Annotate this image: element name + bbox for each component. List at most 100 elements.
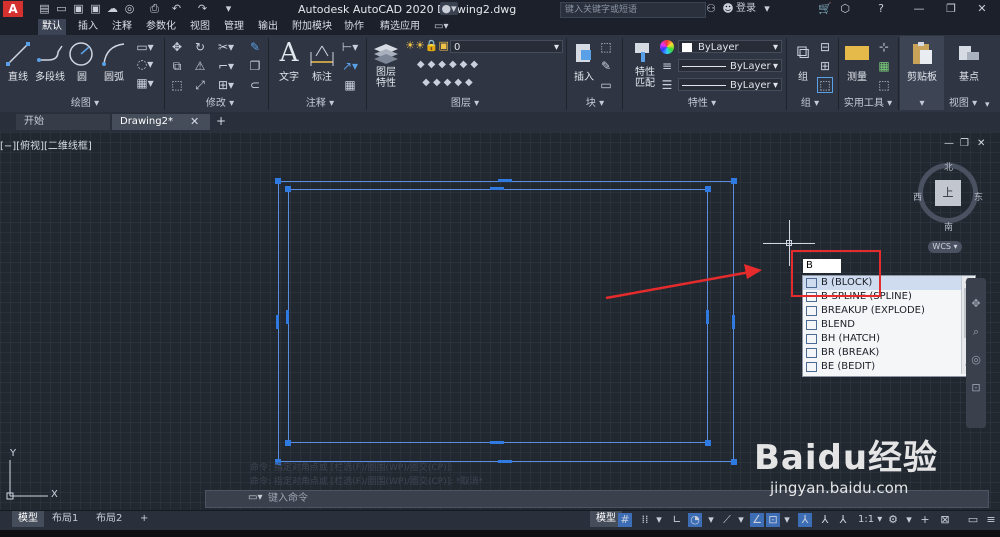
midpoint-grip[interactable]: [286, 310, 289, 324]
share-icon[interactable]: ●▾: [440, 2, 458, 15]
ortho-icon[interactable]: ∟: [670, 513, 684, 527]
dropdown-arrow-icon[interactable]: ▾: [762, 2, 772, 16]
paste-tool[interactable]: [910, 40, 934, 66]
snap-icon[interactable]: ⁞⁞: [638, 513, 652, 527]
compass-west[interactable]: 西: [913, 190, 922, 203]
move-icon[interactable]: ✥: [170, 40, 184, 54]
group-edit-icon[interactable]: ⊞: [818, 59, 832, 73]
add-layout-icon[interactable]: +: [134, 511, 154, 527]
midpoint-grip[interactable]: [276, 315, 279, 329]
grip-point[interactable]: [731, 459, 737, 465]
layer-tools-row1[interactable]: ◆◆◆◆◆◆: [405, 58, 493, 72]
viewport-controls-label[interactable]: [−][俯视][二维线框]: [0, 137, 92, 152]
dropdown-arrow-icon[interactable]: ▾: [902, 513, 916, 527]
midpoint-grip[interactable]: [490, 187, 504, 190]
tab-output[interactable]: 输出: [254, 19, 282, 35]
gear-icon[interactable]: ⚙: [886, 513, 900, 527]
minimize-icon[interactable]: —: [912, 2, 926, 16]
text-tool-icon[interactable]: A: [276, 38, 302, 68]
offset-icon[interactable]: ⊂: [248, 78, 262, 92]
arc-tool[interactable]: [100, 40, 128, 68]
midpoint-grip[interactable]: [498, 179, 512, 182]
autocomplete-item[interactable]: BH (HATCH): [803, 332, 963, 346]
osnap-icon[interactable]: ⊡: [766, 513, 780, 527]
trim-icon[interactable]: ✂▾: [216, 40, 236, 54]
save-icon[interactable]: ▣: [72, 2, 85, 15]
annotation-scale-value[interactable]: 1:1 ▾: [858, 514, 882, 525]
midpoint-grip[interactable]: [706, 310, 709, 324]
clipboard-expand-icon[interactable]: ▾: [912, 97, 932, 110]
user-icon[interactable]: ☻: [722, 2, 734, 16]
circle-tool[interactable]: [67, 40, 95, 68]
dimension-tool[interactable]: [308, 42, 336, 68]
measure-ruler-icon[interactable]: [845, 46, 869, 60]
autocomplete-item[interactable]: BLEND: [803, 318, 963, 332]
calculator-icon[interactable]: ▦: [876, 59, 892, 73]
leader-icon[interactable]: ↗▾: [340, 59, 360, 73]
linetype-dropdown[interactable]: ByLayer ▾: [678, 59, 782, 72]
grip-point[interactable]: [705, 186, 711, 192]
autocomplete-item[interactable]: BR (BREAK): [803, 346, 963, 360]
dropdown-arrow-icon[interactable]: ▾: [704, 513, 718, 527]
groups-panel-label[interactable]: 组 ▾: [795, 97, 825, 110]
explode-icon[interactable]: ❐: [248, 59, 262, 73]
annotation-scale-icon[interactable]: ⅄: [836, 513, 850, 527]
grip-point[interactable]: [705, 440, 711, 446]
compass-south[interactable]: 南: [944, 220, 953, 233]
tab-annotate[interactable]: 注释: [108, 19, 136, 35]
color-dropdown[interactable]: ByLayer ▾: [678, 40, 782, 53]
undo-icon[interactable]: ↶: [170, 2, 183, 15]
erase-icon[interactable]: ✎: [248, 40, 262, 54]
rectangle-icon[interactable]: ▭▾: [134, 40, 156, 54]
quick-select-icon[interactable]: ⊹: [876, 40, 892, 54]
tab-addins[interactable]: 附加模块: [288, 19, 336, 35]
layout-tab-model[interactable]: 模型: [12, 511, 44, 527]
tab-insert[interactable]: 插入: [74, 19, 102, 35]
binoculars-icon[interactable]: ⚇: [704, 2, 718, 16]
nav-tools-icons[interactable]: ✥ ⌕ ◎ ⊡: [970, 290, 982, 402]
redo-icon[interactable]: ↷: [196, 2, 209, 15]
line-tool[interactable]: [4, 40, 32, 68]
more-draw-icon[interactable]: ▦▾: [134, 76, 156, 90]
lineweight-dropdown[interactable]: ByLayer ▾: [678, 78, 782, 91]
isolate-objects-icon[interactable]: ⊠: [938, 513, 952, 527]
restore-icon[interactable]: ❐: [944, 2, 958, 16]
print-icon[interactable]: ⎙: [148, 2, 161, 15]
help-icon[interactable]: ?: [874, 2, 888, 16]
web-icon[interactable]: ◎: [123, 2, 136, 15]
recent-commands-icon[interactable]: ▭▾: [248, 492, 262, 503]
layers-panel-label[interactable]: 图层 ▾: [440, 97, 490, 110]
dropdown-arrow-icon[interactable]: ▾: [652, 513, 666, 527]
tab-collaborate[interactable]: 协作: [340, 19, 368, 35]
layout-tab-layout2[interactable]: 布局2: [90, 511, 128, 527]
layer-dropdown[interactable]: 0 ▾: [450, 40, 563, 53]
dropdown-arrow-icon[interactable]: ▾: [780, 513, 794, 527]
tab-manage[interactable]: 管理: [220, 19, 248, 35]
group-selection-icon[interactable]: ⬚: [817, 77, 833, 93]
create-block-icon[interactable]: ⬚: [598, 40, 614, 54]
array-icon[interactable]: ⊞▾: [216, 78, 236, 92]
insert-block-tool[interactable]: [572, 40, 596, 66]
viewport-close-icon[interactable]: ✕: [977, 138, 985, 149]
dropdown-arrow-icon[interactable]: ▾: [734, 513, 748, 527]
sign-in-link[interactable]: 登录: [736, 2, 756, 16]
search-input[interactable]: 键入关键字或短语: [560, 2, 706, 18]
midpoint-grip[interactable]: [498, 460, 512, 463]
annotation-visibility-icon[interactable]: ⅄: [798, 513, 812, 527]
customize-quick-access-icon[interactable]: ▾: [222, 2, 235, 15]
grip-point[interactable]: [275, 178, 281, 184]
fillet-icon[interactable]: ⌐▾: [216, 59, 236, 73]
close-tab-icon[interactable]: ✕: [190, 115, 199, 128]
layer-properties-tool[interactable]: [372, 40, 400, 68]
modify-panel-label[interactable]: 修改 ▾: [195, 97, 245, 110]
open-folder-icon[interactable]: ▭: [55, 2, 68, 15]
tab-view[interactable]: 视图: [186, 19, 214, 35]
group-icon[interactable]: ⧉: [792, 42, 814, 64]
layer-tools-row2[interactable]: ◆◆◆◆◆: [405, 76, 493, 90]
wcs-menu[interactable]: WCS ▾: [928, 241, 962, 253]
isodraft-icon[interactable]: ⟋: [720, 513, 734, 527]
viewport-minimize-icon[interactable]: —: [944, 138, 954, 149]
layer-state-icons[interactable]: ☀☀🔒▣: [405, 39, 449, 53]
stretch-icon[interactable]: ⬚: [170, 78, 184, 92]
match-properties-tool[interactable]: [632, 40, 656, 64]
